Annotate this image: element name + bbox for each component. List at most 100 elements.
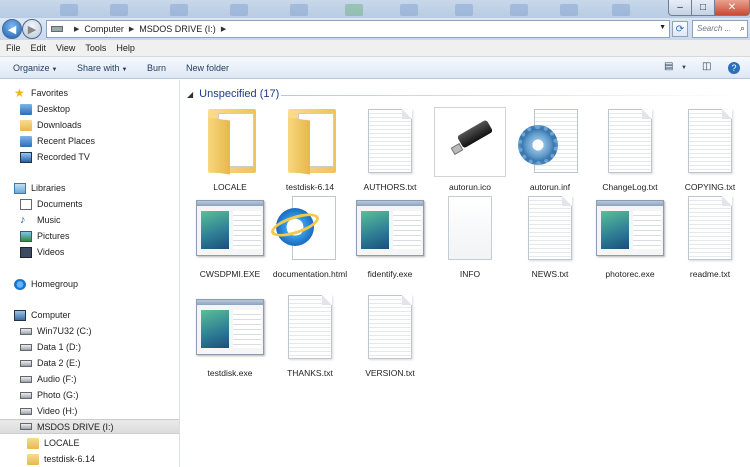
back-button[interactable]: ◀ <box>2 19 22 39</box>
arrow-left-icon: ◀ <box>7 23 17 36</box>
sidebar-drive-i[interactable]: MSDOS DRIVE (I:) <box>0 419 179 434</box>
change-view-icon[interactable]: ▤ <box>664 61 673 75</box>
sidebar-folder-testdisk[interactable]: testdisk-6.14 <box>27 452 95 466</box>
taskbar-ghost-icon <box>400 4 418 16</box>
search-input[interactable]: Search ... ⌕ <box>692 20 748 38</box>
minimize-button[interactable]: – <box>668 0 692 16</box>
hard-drive-icon <box>20 343 32 351</box>
burn-button[interactable]: Burn <box>147 63 166 73</box>
maximize-button[interactable]: □ <box>691 0 715 16</box>
sidebar-computer[interactable]: Computer <box>14 308 71 322</box>
recent-places-icon <box>20 135 32 147</box>
file-item-copying[interactable]: COPYING.txt <box>670 107 750 193</box>
sidebar-item-desktop[interactable]: Desktop <box>20 102 70 116</box>
menu-help[interactable]: Help <box>116 43 135 53</box>
text-file-icon <box>674 194 746 264</box>
file-item-photorec[interactable]: photorec.exe <box>590 194 670 280</box>
share-with-button[interactable]: Share with ▼ <box>77 63 127 73</box>
menu-file[interactable]: File <box>6 43 21 53</box>
close-button[interactable]: ✕ <box>714 0 750 16</box>
sidebar-item-documents[interactable]: Documents <box>20 197 83 211</box>
file-item-testdisk-exe[interactable]: testdisk.exe <box>190 293 270 379</box>
address-bar[interactable]: ▶ Computer ▶ MSDOS DRIVE (I:) ▶ ▼ <box>46 20 670 38</box>
sidebar-favorites[interactable]: ★ Favorites <box>14 86 68 100</box>
star-icon: ★ <box>14 85 25 100</box>
navigation-pane: ★ Favorites Desktop Downloads Recent Plac… <box>0 80 180 467</box>
chevron-right-icon[interactable]: ▶ <box>221 25 226 33</box>
breadcrumb-computer[interactable]: Computer <box>84 24 124 34</box>
sidebar-homegroup[interactable]: Homegroup <box>14 277 78 291</box>
sidebar-drive-g[interactable]: Photo (G:) <box>20 388 79 402</box>
sidebar-drive-d[interactable]: Data 1 (D:) <box>20 340 81 354</box>
blank-file-icon <box>434 194 506 264</box>
menu-tools[interactable]: Tools <box>85 43 106 53</box>
taskbar-ghost-icon <box>612 4 630 16</box>
sidebar-drive-e[interactable]: Data 2 (E:) <box>20 356 81 370</box>
application-icon <box>354 194 426 264</box>
chevron-down-icon[interactable]: ▼ <box>659 24 666 31</box>
file-item-locale[interactable]: LOCALE <box>190 107 270 193</box>
file-name: CWSDPMI.EXE <box>199 269 261 279</box>
file-item-news[interactable]: NEWS.txt <box>510 194 590 280</box>
chevron-right-icon[interactable]: ▶ <box>129 25 134 33</box>
title-bar: – □ ✕ <box>0 0 750 18</box>
file-item-thanks[interactable]: THANKS.txt <box>270 293 350 379</box>
file-item-fidentify[interactable]: fidentify.exe <box>350 194 430 280</box>
sidebar-libraries[interactable]: Libraries <box>14 181 66 195</box>
documents-icon <box>20 198 32 210</box>
taskbar-ghost-icon <box>560 4 578 16</box>
refresh-button[interactable]: ⟳ <box>672 21 688 37</box>
search-icon: ⌕ <box>739 23 745 33</box>
chevron-down-icon[interactable]: ▼ <box>681 65 687 79</box>
file-name: LOCALE <box>213 182 247 192</box>
hard-drive-icon <box>20 391 32 399</box>
file-list: ◢ Unspecified (17) LOCALE testdisk-6.14 … <box>181 80 750 467</box>
file-item-version[interactable]: VERSION.txt <box>350 293 430 379</box>
sidebar-item-pictures[interactable]: Pictures <box>20 229 70 243</box>
sidebar-item-label: Documents <box>37 199 83 209</box>
sidebar-drive-h[interactable]: Video (H:) <box>20 404 77 418</box>
sidebar-drive-c[interactable]: Win7U32 (C:) <box>20 324 92 338</box>
share-with-label: Share with <box>77 63 120 73</box>
group-header[interactable]: ◢ Unspecified (17) <box>187 88 279 100</box>
usb-drive-icon <box>20 423 32 430</box>
file-item-testdisk-folder[interactable]: testdisk-6.14 <box>270 107 350 193</box>
breadcrumb-msdos-drive[interactable]: MSDOS DRIVE (I:) <box>139 24 216 34</box>
chevron-right-icon[interactable]: ▶ <box>74 25 79 33</box>
organize-button[interactable]: Organize ▼ <box>13 63 57 73</box>
sidebar-item-recorded-tv[interactable]: Recorded TV <box>20 150 90 164</box>
file-item-cwsdpmi[interactable]: CWSDPMI.EXE <box>190 194 270 280</box>
windows-drive-icon <box>20 327 32 335</box>
chevron-down-icon[interactable]: ◢ <box>187 90 193 99</box>
videos-icon <box>20 246 32 258</box>
sidebar-folder-locale[interactable]: LOCALE <box>27 436 80 450</box>
downloads-folder-icon <box>20 119 32 131</box>
menu-view[interactable]: View <box>56 43 75 53</box>
file-item-documentation[interactable]: e documentation.html <box>268 194 350 280</box>
forward-button[interactable]: ▶ <box>22 19 42 39</box>
sidebar-drive-f[interactable]: Audio (F:) <box>20 372 77 386</box>
new-folder-button[interactable]: New folder <box>186 63 229 73</box>
sidebar-item-label: Videos <box>37 247 65 257</box>
sidebar-item-label: Photo (G:) <box>37 390 79 400</box>
sidebar-item-music[interactable]: ♪ Music <box>20 213 61 227</box>
sidebar-item-downloads[interactable]: Downloads <box>20 118 82 132</box>
taskbar-ghost-icon <box>110 4 128 16</box>
file-item-info[interactable]: INFO <box>430 194 510 280</box>
homegroup-label: Homegroup <box>31 279 79 289</box>
file-item-authors[interactable]: AUTHORS.txt <box>350 107 430 193</box>
sidebar-item-videos[interactable]: Videos <box>20 245 64 259</box>
menu-edit[interactable]: Edit <box>31 43 47 53</box>
file-item-readme[interactable]: readme.txt <box>670 194 750 280</box>
sidebar-item-recent-places[interactable]: Recent Places <box>20 134 95 148</box>
help-icon[interactable]: ? <box>728 62 740 74</box>
file-item-autorun-inf[interactable]: autorun.inf <box>510 107 590 193</box>
preview-pane-icon[interactable]: ◫ <box>702 61 711 75</box>
application-icon <box>594 194 666 264</box>
hard-drive-icon <box>20 407 32 415</box>
file-name: testdisk-6.14 <box>285 182 335 192</box>
application-icon <box>194 293 266 363</box>
file-item-changelog[interactable]: ChangeLog.txt <box>590 107 670 193</box>
hard-drive-icon <box>20 359 32 367</box>
file-item-autorun-ico[interactable]: autorun.ico <box>430 107 510 193</box>
